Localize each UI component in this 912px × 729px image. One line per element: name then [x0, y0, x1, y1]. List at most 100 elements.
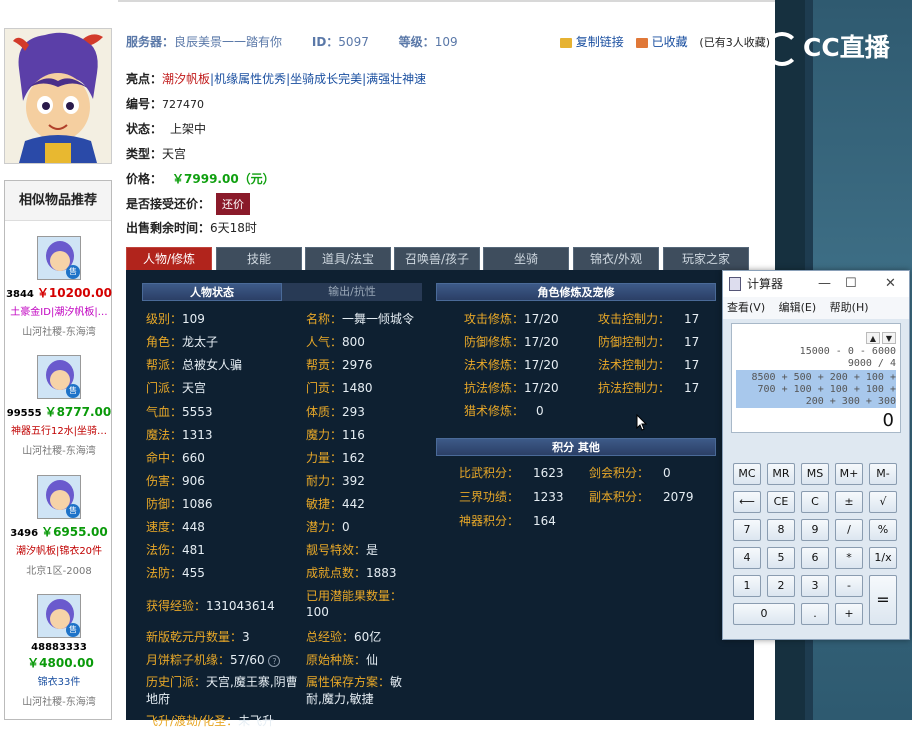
- key-minus[interactable]: -: [835, 575, 863, 597]
- key-divide[interactable]: /: [835, 519, 863, 541]
- tab-skills[interactable]: 技能: [216, 247, 302, 270]
- help-icon[interactable]: ?: [268, 655, 281, 667]
- menu-view[interactable]: 查看(V): [727, 301, 765, 314]
- similar-item[interactable]: 售 99555 ￥8777.00 神器五行12水|坐骑… 山河社稷-东海湾: [5, 355, 113, 457]
- similar-item-server: 北京1区-2008: [26, 566, 92, 577]
- key-plus[interactable]: +: [835, 603, 863, 625]
- key-percent[interactable]: %: [869, 519, 897, 541]
- level-value: 109: [434, 35, 458, 49]
- similar-item-tags[interactable]: 潮汐帆板|锦衣20件: [5, 542, 113, 557]
- similar-item-tags[interactable]: 锦衣33件: [5, 673, 113, 688]
- stat-school-contrib: 门贡：1480: [306, 381, 373, 395]
- stat-speed: 速度：448: [146, 520, 205, 534]
- favorite-button[interactable]: 已收藏: [652, 35, 688, 49]
- similar-item[interactable]: 售 3844 ￥10200.00 土豪金ID|潮汐帆板|… 山河社稷-东海湾: [5, 236, 113, 338]
- cultivation-title: 角色修炼及宠修: [436, 283, 716, 301]
- key-mc[interactable]: MC: [733, 463, 761, 485]
- tab-home[interactable]: 玩家之家: [663, 247, 749, 270]
- key-0[interactable]: 0: [733, 603, 795, 625]
- key-multiply[interactable]: *: [835, 547, 863, 569]
- cult-attack: 攻击修炼：17/20: [464, 312, 559, 326]
- key-2[interactable]: 2: [767, 575, 795, 597]
- cult-magic-control: 法术控制力： 17: [598, 358, 700, 372]
- calculator-window: 计算器 — ☐ ✕ 查看(V) 编辑(E) 帮助(H) ▲ ▼ 15000 - 0…: [722, 270, 910, 640]
- tab-output-resist[interactable]: 输出/抗性: [282, 283, 422, 301]
- maximize-icon[interactable]: ☐: [845, 271, 857, 297]
- favorite-count: (已有3人收藏): [699, 36, 770, 49]
- detail-tabs: 人物/修炼 技能 道具/法宝 召唤兽/孩子 坐骑 锦衣/外观 玩家之家: [126, 247, 754, 270]
- menu-help[interactable]: 帮助(H): [830, 301, 869, 314]
- stat-damage: 伤害：906: [146, 474, 205, 488]
- key-decimal[interactable]: .: [801, 603, 829, 625]
- stat-ascension: 飞升/渡劫/化圣：未飞升: [146, 714, 275, 728]
- tab-char-status[interactable]: 人物状态: [142, 283, 282, 301]
- similar-item[interactable]: 售 3496 ￥6955.00 潮汐帆板|锦衣20件 北京1区-2008: [5, 475, 113, 577]
- key-mminus[interactable]: M-: [869, 463, 897, 485]
- tab-pets[interactable]: 召唤兽/孩子: [394, 247, 480, 270]
- similar-item-thumb[interactable]: 售: [37, 594, 81, 638]
- calculator-icon: [729, 277, 741, 291]
- menu-edit[interactable]: 编辑(E): [779, 301, 817, 314]
- history-line[interactable]: 9000 / 4: [848, 358, 896, 369]
- key-negate[interactable]: ±: [835, 491, 863, 513]
- history-line[interactable]: 15000 - 0 - 6000: [800, 346, 896, 357]
- stat-total-exp: 总经验：60亿: [306, 630, 382, 644]
- key-sqrt[interactable]: √: [869, 491, 897, 513]
- similar-item-thumb[interactable]: 售: [37, 475, 81, 519]
- bargain-row: 是否接受还价： 还价: [126, 193, 251, 215]
- history-down-icon[interactable]: ▼: [882, 332, 896, 344]
- key-7[interactable]: 7: [733, 519, 761, 541]
- similar-item-thumb[interactable]: 售: [37, 355, 81, 399]
- key-mr[interactable]: MR: [767, 463, 795, 485]
- server-value: 良辰美景一一踏有你: [174, 35, 283, 49]
- tab-mounts[interactable]: 坐骑: [483, 247, 569, 270]
- mouse-cursor-icon: [636, 414, 648, 431]
- key-equals[interactable]: =: [869, 575, 897, 625]
- character-detail-panel: 人物状态 输出/抗性 级别：109 角色：龙太子 帮派：总被女人骗 门派：天宫 …: [126, 270, 754, 728]
- history-line[interactable]: 200 + 300 + 300: [806, 396, 896, 407]
- similar-item-id: 3844: [6, 289, 34, 300]
- server-label: 服务器：: [126, 35, 175, 49]
- history-line[interactable]: 8500 + 500 + 200 + 100 +: [752, 372, 897, 383]
- similar-item-tags[interactable]: 神器五行12水|坐骑…: [5, 422, 113, 437]
- score-artifact: 神器积分： 164: [459, 514, 556, 528]
- tab-outfits[interactable]: 锦衣/外观: [573, 247, 659, 270]
- copy-link-button[interactable]: 复制链接: [576, 35, 624, 49]
- key-6[interactable]: 6: [801, 547, 829, 569]
- stat-mp: 魔法：1313: [146, 428, 213, 442]
- history-up-icon[interactable]: ▲: [866, 332, 880, 344]
- key-3[interactable]: 3: [801, 575, 829, 597]
- key-reciprocal[interactable]: 1/x: [869, 547, 897, 569]
- history-line[interactable]: 700 + 100 + 100 + 100 +: [758, 384, 896, 395]
- stat-constitution: 体质：293: [306, 405, 365, 419]
- key-9[interactable]: 9: [801, 519, 829, 541]
- calculator-titlebar[interactable]: 计算器 — ☐ ✕: [723, 271, 909, 297]
- stat-zongzi: 月饼粽子机缘：57/60 ?: [146, 651, 281, 668]
- price-value: ￥7999.00（元）: [172, 172, 275, 186]
- similar-item-thumb[interactable]: 售: [37, 236, 81, 280]
- sale-badge: 售: [66, 265, 80, 279]
- key-backspace[interactable]: ⟵: [733, 491, 761, 513]
- top-divider: [118, 0, 775, 2]
- bargain-button[interactable]: 还价: [216, 193, 251, 215]
- key-ms[interactable]: MS: [801, 463, 829, 485]
- character-avatar: [4, 28, 112, 164]
- key-1[interactable]: 1: [733, 575, 761, 597]
- key-5[interactable]: 5: [767, 547, 795, 569]
- similar-item[interactable]: 售 48883333 ￥4800.00 锦衣33件 山河社稷-东海湾: [5, 594, 113, 708]
- tab-character[interactable]: 人物/修炼: [126, 247, 212, 270]
- calculator-result: 0: [882, 410, 894, 431]
- key-ce[interactable]: CE: [767, 491, 795, 513]
- sale-badge: 售: [66, 623, 80, 637]
- key-mplus[interactable]: M+: [835, 463, 863, 485]
- stat-magic-defense: 法防：455: [146, 566, 205, 580]
- similar-items-title: 相似物品推荐: [5, 181, 111, 221]
- minimize-icon[interactable]: —: [818, 271, 831, 297]
- score-dungeon: 副本积分： 2079: [589, 490, 694, 504]
- key-4[interactable]: 4: [733, 547, 761, 569]
- key-8[interactable]: 8: [767, 519, 795, 541]
- tab-items[interactable]: 道具/法宝: [305, 247, 391, 270]
- key-c[interactable]: C: [801, 491, 829, 513]
- similar-item-tags[interactable]: 土豪金ID|潮汐帆板|…: [5, 303, 113, 318]
- close-icon[interactable]: ✕: [885, 271, 896, 297]
